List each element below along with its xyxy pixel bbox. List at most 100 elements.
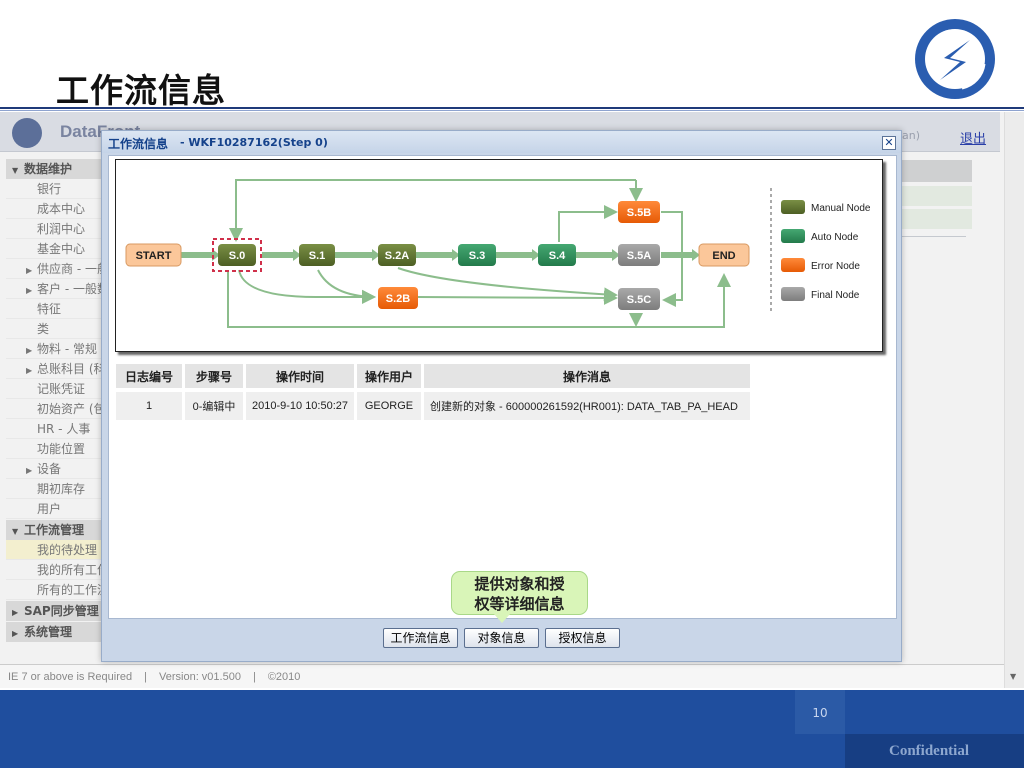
dialog-titlebar[interactable]: 工作流信息 - WKF10287162(Step 0) ✕ [102, 131, 901, 153]
sidebar-item-label: 功能位置 [37, 442, 86, 456]
node-s2b: S.2B [378, 287, 418, 309]
header-divider [0, 107, 1024, 109]
node-s5b: S.5B [618, 201, 660, 223]
object-info-button[interactable]: 对象信息 [464, 628, 539, 648]
sparkle-consulting-logo [915, 19, 995, 99]
sidebar-item-label: 系统管理 [24, 625, 73, 639]
svg-text:S.1: S.1 [309, 250, 326, 262]
sidebar-item-label: 我的所有工作 [37, 563, 110, 577]
node-s4: S.4 [538, 244, 576, 266]
sidebar-item-label: 基金中心 [37, 242, 86, 256]
chevron-right-icon: ▶ [12, 608, 19, 617]
sidebar-item-label: 所有的工作流 [37, 583, 110, 597]
svg-text:S.2A: S.2A [385, 250, 410, 262]
chevron-right-icon: ▶ [26, 286, 33, 295]
column-header-time[interactable]: 操作时间 [246, 364, 354, 388]
column-header-step[interactable]: 步骤号 [185, 364, 243, 388]
sidebar-item-label: 特征 [37, 302, 62, 316]
svg-text:S.4: S.4 [549, 250, 566, 262]
sidebar-item-label: 类 [37, 322, 50, 336]
legend-auto: Auto Node [781, 229, 859, 243]
svg-text:Auto Node: Auto Node [811, 232, 859, 243]
svg-text:S.2B: S.2B [386, 293, 411, 305]
chevron-down-icon: ▼ [12, 527, 19, 536]
sidebar-item-label: 利润中心 [37, 222, 86, 236]
svg-text:S.5C: S.5C [627, 294, 652, 306]
legend-manual: Manual Node [781, 200, 871, 214]
callout-line-1: 提供对象和授 [474, 575, 565, 593]
node-start: START [125, 243, 182, 267]
dialog-subtitle: - WKF10287162(Step 0) [180, 136, 328, 149]
chevron-right-icon: ▶ [26, 466, 33, 475]
sidebar-item-label: 数据维护 [24, 162, 73, 176]
table-header-row: 日志编号 步骤号 操作时间 操作用户 操作消息 [116, 364, 750, 388]
sidebar-item-label: 工作流管理 [24, 523, 85, 537]
node-s5a: S.5A [618, 244, 660, 266]
background-divider [896, 236, 966, 237]
auth-info-button[interactable]: 授权信息 [545, 628, 620, 648]
table-row[interactable]: 1 0-编辑中 2010-9-10 10:50:27 GEORGE 创建新的对象… [116, 392, 750, 420]
callout-pointer [494, 614, 510, 623]
sidebar-item-label: 初始资产 (包 [37, 402, 106, 416]
sidebar-item-label: 银行 [37, 182, 62, 196]
dialog-title: 工作流信息 [108, 137, 169, 151]
cell-user: GEORGE [357, 392, 421, 420]
sidebar-item-label: 供应商 - 一般 [37, 262, 109, 276]
cell-message: 创建新的对象 - 600000261592(HR001): DATA_TAB_P… [424, 392, 750, 420]
svg-text:Error Node: Error Node [811, 261, 860, 272]
background-row [896, 209, 972, 229]
sidebar-item-label: 期初库存 [37, 482, 86, 496]
sidebar-item-label: 用户 [37, 502, 62, 516]
legend-error: Error Node [781, 258, 860, 272]
svg-text:S.5B: S.5B [627, 207, 652, 219]
callout-annotation: 提供对象和授 权等详细信息 [451, 571, 588, 615]
node-s1: S.1 [299, 244, 335, 266]
logout-link[interactable]: 退出 [960, 128, 986, 147]
dialog-body: START S.0 S.1 S.2A S.3 S.4 S.5A S.5B S.2… [108, 155, 897, 619]
column-header-id[interactable]: 日志编号 [116, 364, 182, 388]
node-s2a: S.2A [378, 244, 416, 266]
legend-final: Final Node [781, 287, 860, 301]
browser-requirement: IE 7 or above is Required [8, 671, 133, 683]
sidebar-item-label: 成本中心 [37, 202, 86, 216]
column-header-user[interactable]: 操作用户 [357, 364, 421, 388]
sidebar-item-label: 总账科目 (科 [37, 362, 106, 376]
svg-text:START: START [136, 250, 172, 262]
version-text: Version: v01.500 [159, 671, 241, 683]
svg-text:END: END [712, 250, 735, 262]
svg-text:S.0: S.0 [229, 250, 246, 262]
node-end: END [698, 243, 750, 267]
header-divider-light [0, 110, 1024, 111]
chevron-right-icon: ▶ [26, 366, 33, 375]
sidebar-item-label: HR - 人事 [37, 422, 91, 436]
copyright-text: ©2010 [267, 671, 301, 683]
svg-text:Manual Node: Manual Node [811, 203, 871, 214]
workflow-diagram-svg: START S.0 S.1 S.2A S.3 S.4 S.5A S.5B S.2… [125, 179, 871, 328]
background-panel [896, 160, 972, 182]
workflow-info-button[interactable]: 工作流信息 [383, 628, 458, 648]
slide-title: 工作流信息 [56, 71, 226, 110]
column-header-message[interactable]: 操作消息 [424, 364, 750, 388]
chevron-down-icon: ▼ [12, 166, 19, 175]
svg-text:S.3: S.3 [469, 250, 486, 262]
svg-text:Final Node: Final Node [811, 290, 860, 301]
node-s0: S.0 [212, 238, 262, 272]
page-scrollbar[interactable] [1004, 112, 1024, 688]
node-s5c: S.5C [618, 288, 660, 310]
chevron-right-icon: ▶ [12, 629, 19, 638]
workflow-log-table: 日志编号 步骤号 操作时间 操作用户 操作消息 1 0-编辑中 2010-9-1… [113, 364, 753, 420]
scroll-down-icon[interactable]: ▼ [1010, 672, 1016, 681]
sidebar-item-label: 客户 - 一般数 [37, 282, 109, 296]
cell-id: 1 [116, 392, 182, 420]
app-footer: IE 7 or above is Required | Version: v01.5… [0, 664, 1004, 688]
chevron-right-icon: ▶ [26, 266, 33, 275]
sidebar-item-label: 设备 [37, 462, 62, 476]
sidebar-item-label: 记账凭证 [37, 382, 86, 396]
close-icon[interactable]: ✕ [882, 136, 896, 150]
background-row [896, 186, 972, 206]
callout-line-2: 权等详细信息 [474, 595, 565, 613]
chevron-right-icon: ▶ [26, 346, 33, 355]
confidential-label: Confidential [889, 743, 970, 759]
page-number: 10 [795, 690, 845, 734]
sidebar-item-label: 我的待处理 [37, 543, 98, 557]
